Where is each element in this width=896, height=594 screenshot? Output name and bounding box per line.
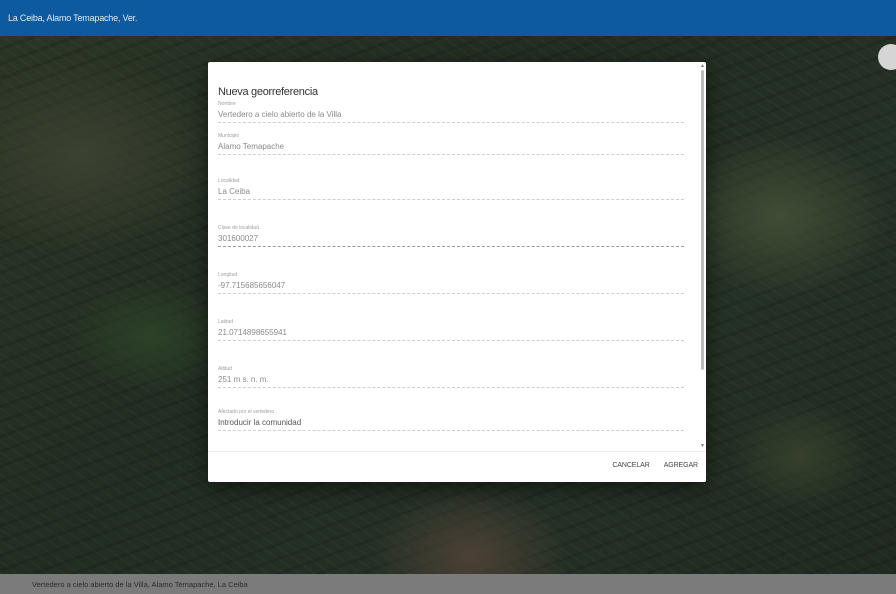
scrollbar-thumb[interactable]	[701, 70, 704, 370]
scroll-down-arrow-icon[interactable]: ▼	[700, 444, 705, 449]
longitude-input[interactable]: -97.715685656047	[218, 279, 684, 294]
field-label: Localidad	[218, 178, 240, 184]
locality-field[interactable]: Localidad La Ceiba	[218, 177, 684, 200]
affected-community-input[interactable]: Introducir la comunidad	[218, 416, 684, 431]
form-area: Nombre Vertedero a cielo abierto de la V…	[218, 100, 694, 450]
altitude-input[interactable]: 251 m s. n. m.	[218, 373, 684, 388]
name-field[interactable]: Nombre Vertedero a cielo abierto de la V…	[218, 100, 684, 123]
field-label: Municipio	[218, 133, 240, 139]
status-bar: Vertedero a cielo abierto de la Villa, A…	[0, 574, 896, 594]
field-label: Longitud	[218, 272, 238, 278]
status-text: Vertedero a cielo abierto de la Villa, A…	[32, 579, 248, 589]
scroll-up-arrow-icon[interactable]: ▲	[700, 64, 705, 69]
locality-key-field[interactable]: Clave de localidad 301600027	[218, 224, 684, 247]
municipality-input[interactable]: Alamo Temapache	[218, 140, 684, 155]
field-label: Altitud	[218, 366, 232, 372]
new-georeference-dialog: Nueva georreferencia Nombre Vertedero a …	[208, 62, 706, 482]
longitude-field[interactable]: Longitud -97.715685656047	[218, 271, 684, 294]
cancel-button[interactable]: CANCELAR	[612, 460, 649, 471]
field-label: Clave de localidad	[218, 225, 259, 231]
municipality-field[interactable]: Municipio Alamo Temapache	[218, 132, 684, 155]
divider	[208, 451, 706, 452]
affected-community-field[interactable]: Afectado por el vertedero Introducir la …	[218, 408, 684, 431]
field-label: Latitud	[218, 319, 234, 325]
field-label: Afectado por el vertedero	[218, 409, 275, 415]
add-button[interactable]: AGREGAR	[664, 460, 698, 471]
app-bar: La Ceiba, Alamo Temapache, Ver.	[0, 0, 896, 36]
altitude-field[interactable]: Altitud 251 m s. n. m.	[218, 365, 684, 388]
dialog-actions: CANCELAR AGREGAR	[612, 460, 698, 471]
locality-key-input[interactable]: 301600027	[218, 232, 684, 247]
latitude-field[interactable]: Latitud 21.0714898655941	[218, 318, 684, 341]
dialog-title: Nueva georreferencia	[218, 86, 318, 98]
app-title: La Ceiba, Alamo Temapache, Ver.	[8, 13, 138, 23]
name-input[interactable]: Vertedero a cielo abierto de la Villa	[218, 108, 684, 123]
latitude-input[interactable]: 21.0714898655941	[218, 326, 684, 341]
locality-input[interactable]: La Ceiba	[218, 185, 684, 200]
field-label: Nombre	[218, 101, 236, 107]
